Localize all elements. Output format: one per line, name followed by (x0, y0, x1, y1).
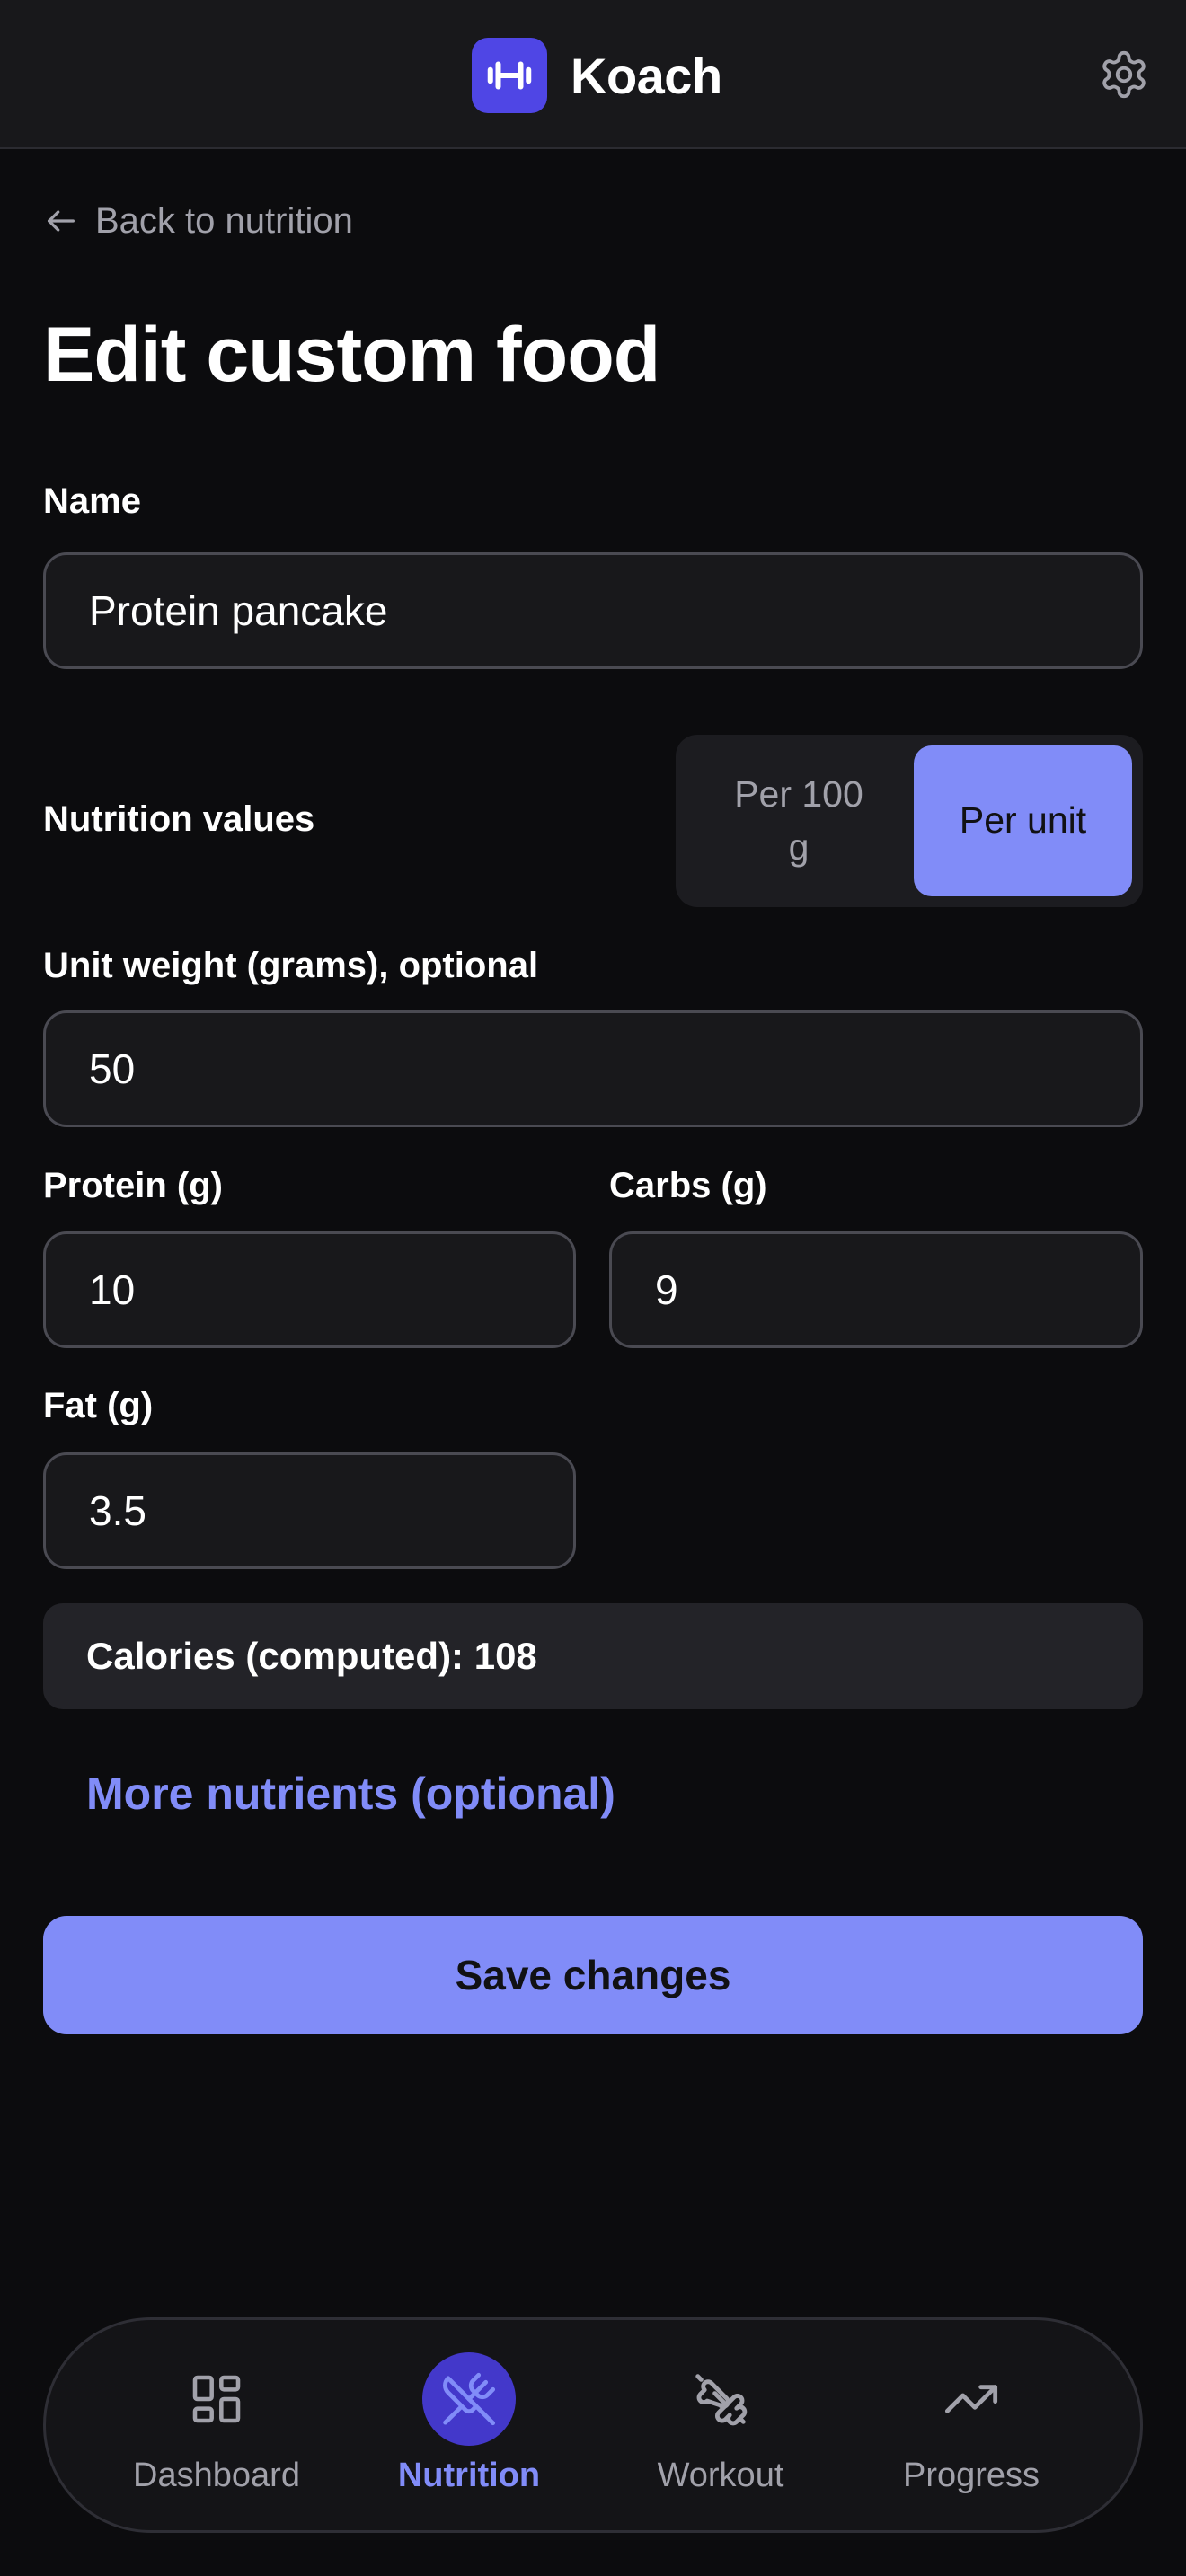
back-to-nutrition-link[interactable]: Back to nutrition (43, 196, 353, 246)
per-unit-option[interactable]: Per unit (914, 745, 1132, 896)
protein-input[interactable] (43, 1231, 576, 1348)
trending-up-icon (925, 2352, 1018, 2446)
gear-icon (1102, 50, 1146, 99)
bottom-nav: Dashboard Nutrition Workout Progress (43, 2317, 1143, 2533)
nav-item-workout[interactable]: Workout (604, 2320, 837, 2530)
fat-label: Fat (g) (43, 1386, 154, 1425)
back-link-label: Back to nutrition (95, 200, 353, 241)
dumbbell-icon (674, 2352, 767, 2446)
nav-item-progress[interactable]: Progress (854, 2320, 1088, 2530)
settings-button[interactable] (1096, 47, 1152, 102)
nav-label-workout: Workout (657, 2457, 784, 2494)
protein-label: Protein (g) (43, 1166, 223, 1205)
arrow-left-icon (48, 210, 75, 232)
save-changes-button[interactable]: Save changes (43, 1916, 1143, 2034)
unit-weight-label: Unit weight (grams), optional (43, 946, 539, 985)
dumbbell-icon (472, 38, 547, 113)
calories-text: Calories (computed): 108 (86, 1635, 537, 1677)
nutrition-basis-toggle: Per 100 g Per unit (676, 735, 1143, 907)
app-name: Koach (571, 47, 722, 104)
per-100g-option[interactable]: Per 100 g (686, 745, 911, 896)
nav-label-nutrition: Nutrition (397, 2457, 541, 2494)
nav-item-nutrition[interactable]: Nutrition (352, 2320, 586, 2530)
nav-item-dashboard[interactable]: Dashboard (100, 2320, 333, 2530)
fat-input[interactable] (43, 1452, 576, 1569)
utensils-icon (422, 2352, 516, 2446)
unit-weight-input[interactable] (43, 1010, 1143, 1127)
app-header: Koach (0, 0, 1186, 149)
carbs-label: Carbs (g) (609, 1166, 767, 1205)
nav-label-progress: Progress (902, 2457, 1040, 2494)
name-label: Name (43, 481, 141, 521)
page-title: Edit custom food (43, 312, 660, 398)
grid-icon (170, 2352, 263, 2446)
nav-label-dashboard: Dashboard (133, 2457, 300, 2494)
more-nutrients-toggle[interactable]: More nutrients (optional) (86, 1768, 615, 1820)
calories-computed: Calories (computed): 108 (43, 1603, 1143, 1709)
brand[interactable]: Koach (472, 38, 722, 113)
nutrition-values-label: Nutrition values (43, 799, 315, 839)
carbs-input[interactable] (609, 1231, 1143, 1348)
name-input[interactable] (43, 552, 1143, 669)
